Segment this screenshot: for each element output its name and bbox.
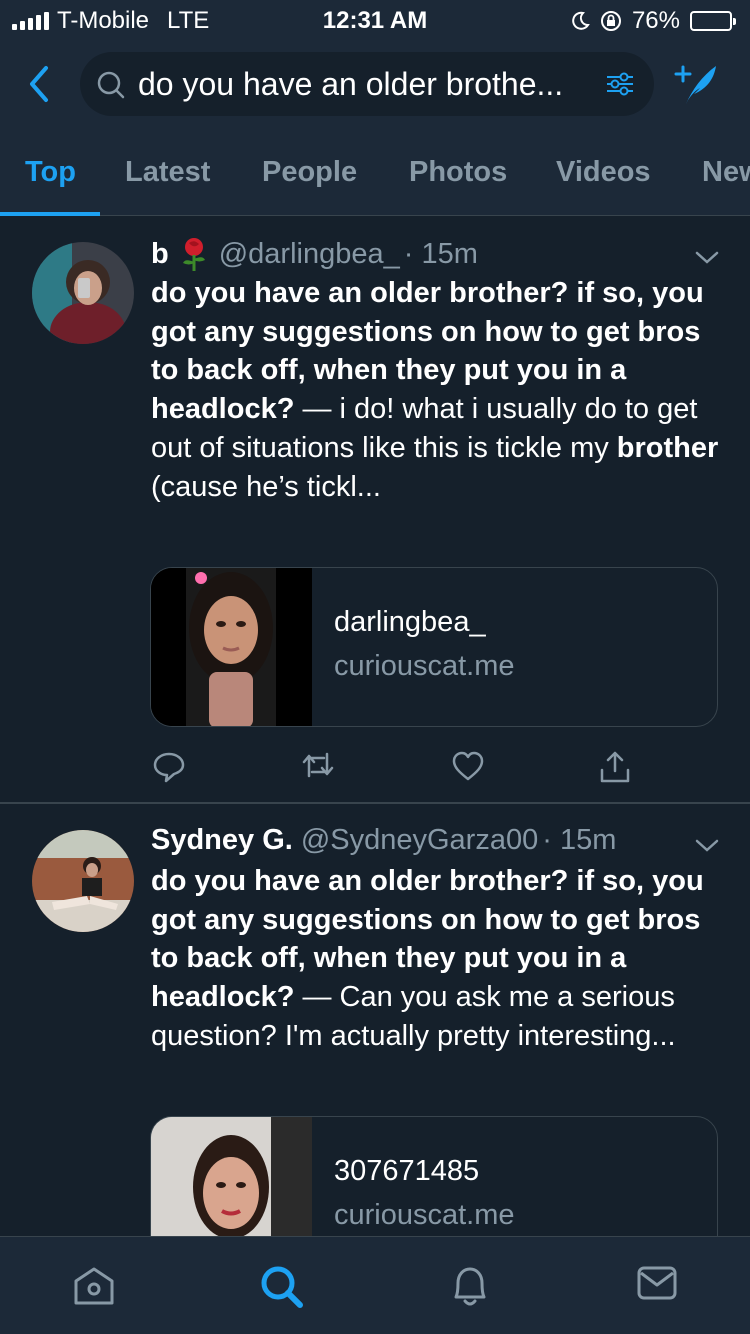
back-icon[interactable] — [22, 62, 58, 106]
retweet-icon[interactable] — [300, 750, 336, 780]
tweet-text-highlight: brother — [616, 431, 719, 464]
search-icon — [97, 71, 125, 99]
status-bar: T-Mobile LTE 12:31 AM 76% — [0, 0, 750, 40]
display-name[interactable]: Sydney G. — [151, 824, 293, 857]
timestamp: · 15m — [542, 824, 617, 856]
tweet-actions — [150, 750, 630, 790]
reply-icon[interactable] — [152, 750, 186, 784]
moon-icon — [572, 11, 590, 30]
link-card-title: darlingbea_ — [334, 606, 486, 638]
tab-latest[interactable]: Latest — [125, 156, 210, 189]
search-query[interactable]: do you have an older brothe... — [138, 66, 598, 103]
handle[interactable]: @darlingbea_ — [219, 238, 400, 271]
chevron-down-icon[interactable] — [694, 838, 720, 854]
tab-news[interactable]: News — [702, 156, 750, 189]
tweet[interactable]: b @darlingbea_ · 15m do you have an olde… — [0, 216, 750, 802]
avatar[interactable] — [32, 242, 134, 344]
home-icon[interactable] — [72, 1263, 116, 1307]
tab-videos[interactable]: Videos — [556, 156, 651, 189]
search-nav-icon[interactable] — [258, 1263, 306, 1311]
rose-icon — [182, 238, 205, 271]
compose-icon[interactable] — [670, 60, 720, 108]
like-icon[interactable] — [451, 750, 485, 782]
tweet[interactable]: Sydney G. @SydneyGarza00 · 15m do you ha… — [0, 804, 750, 1276]
link-card[interactable]: darlingbea_ curiouscat.me — [150, 567, 718, 727]
search-header: do you have an older brothe... Top Lates… — [0, 40, 750, 216]
battery-percent: 76% — [631, 7, 680, 34]
search-input[interactable]: do you have an older brothe... — [80, 52, 654, 116]
messages-icon[interactable] — [636, 1263, 678, 1303]
share-icon[interactable] — [598, 750, 632, 784]
notifications-icon[interactable] — [448, 1263, 492, 1311]
tweet-text: do you have an older brother? if so, you… — [151, 274, 721, 506]
tab-bar: Top Latest People Photos Videos News — [0, 150, 750, 216]
rotation-lock-icon — [600, 11, 621, 31]
tab-top[interactable]: Top — [25, 156, 76, 189]
timestamp: · 15m — [403, 237, 478, 270]
tab-people[interactable]: People — [262, 156, 357, 189]
link-card-domain: curiouscat.me — [334, 1199, 515, 1231]
link-card-thumbnail — [151, 568, 312, 726]
tweet-header: Sydney G. @SydneyGarza00 · 15m — [151, 824, 616, 857]
tab-photos[interactable]: Photos — [409, 156, 507, 189]
filter-icon[interactable] — [604, 68, 636, 100]
handle[interactable]: @SydneyGarza00 — [301, 824, 538, 857]
bottom-tab-bar — [0, 1236, 750, 1334]
tweet-header: b @darlingbea_ · 15m — [151, 236, 478, 272]
avatar[interactable] — [32, 830, 134, 932]
status-right: 76% — [570, 7, 736, 35]
display-name[interactable]: b — [151, 238, 169, 271]
link-card-title: 307671485 — [334, 1155, 480, 1187]
chevron-down-icon[interactable] — [694, 250, 720, 266]
link-card-domain: curiouscat.me — [334, 650, 515, 682]
tweet-text: do you have an older brother? if so, you… — [151, 862, 721, 1056]
tweet-text-rest: (cause he’s tickl... — [151, 470, 381, 503]
battery-icon — [690, 11, 736, 31]
